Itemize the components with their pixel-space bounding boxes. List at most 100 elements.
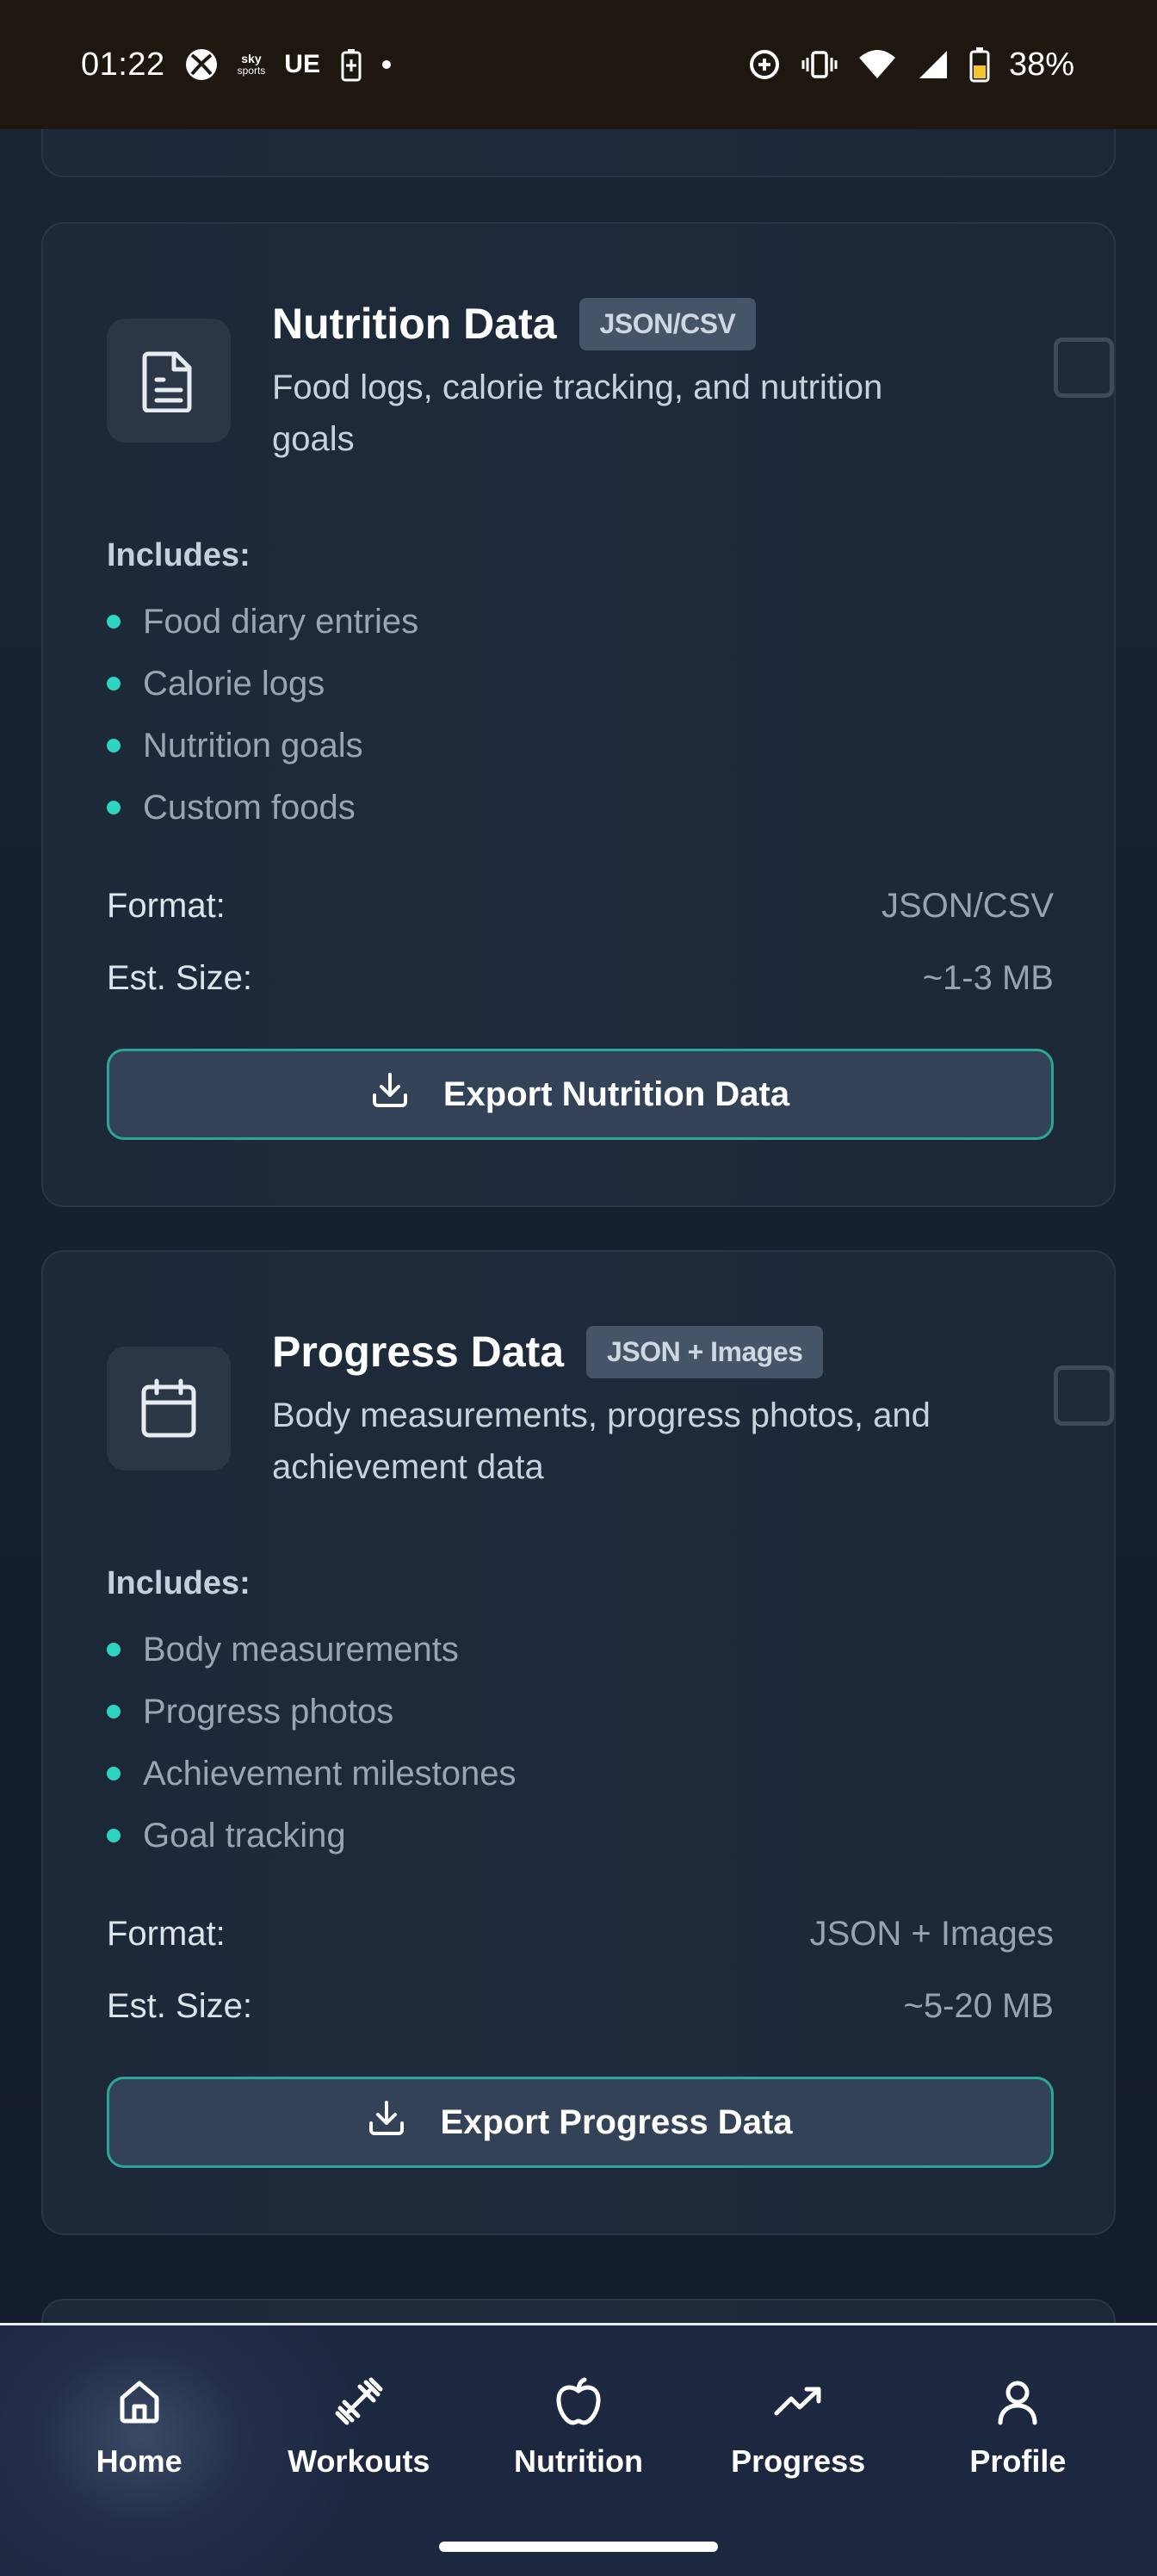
list-item: Nutrition goals: [107, 715, 418, 777]
status-right: 38%: [747, 46, 1074, 84]
ue-label: UE: [284, 50, 320, 78]
nav-label: Home: [96, 2443, 183, 2479]
list-item-label: Food diary entries: [143, 602, 419, 641]
export-content[interactable]: Nutrition Data JSON/CSV Food logs, calor…: [0, 129, 1157, 2323]
bullet-icon: [107, 615, 121, 629]
battery-saver-icon: [339, 47, 363, 82]
bullet-icon: [107, 801, 121, 814]
size-label: Est. Size:: [107, 1987, 252, 2025]
user-icon: [992, 2375, 1043, 2431]
card-title: Nutrition Data: [272, 300, 557, 348]
nav-label: Nutrition: [513, 2443, 643, 2479]
previous-card: [41, 129, 1116, 177]
bullet-icon: [107, 1705, 121, 1718]
calendar-icon: [107, 1347, 231, 1471]
nav-item-nutrition[interactable]: Nutrition: [484, 2375, 673, 2480]
list-item-label: Progress photos: [143, 1692, 394, 1731]
list-item: Achievement milestones: [107, 1743, 517, 1805]
list-item-label: Goal tracking: [143, 1816, 346, 1855]
bottom-nav: Home Workouts Nutrition Progress Profile: [0, 2323, 1157, 2576]
includes-list: Body measurements Progress photos Achiev…: [107, 1619, 517, 1867]
card-description: Body measurements, progress photos, and …: [272, 1396, 931, 1486]
bullet-icon: [107, 1767, 121, 1780]
size-value: ~5-20 MB: [903, 1987, 1054, 2025]
format-label: Format:: [107, 1915, 226, 1953]
export-card-nutrition: Nutrition Data JSON/CSV Food logs, calor…: [41, 222, 1116, 1207]
includes-label: Includes:: [107, 537, 251, 573]
home-indicator[interactable]: [439, 2542, 718, 2552]
nav-item-profile[interactable]: Profile: [923, 2375, 1112, 2480]
status-left: 01:22 sky sports UE: [81, 46, 391, 84]
dot-icon: [381, 60, 391, 69]
title-row: Nutrition Data JSON/CSV: [272, 293, 757, 355]
bullet-icon: [107, 1829, 121, 1842]
trending-up-icon: [772, 2375, 824, 2431]
nav-item-progress[interactable]: Progress: [703, 2375, 893, 2480]
export-button-label: Export Progress Data: [440, 2102, 793, 2141]
list-item: Calorie logs: [107, 653, 418, 715]
download-icon: [371, 1071, 409, 1118]
download-icon: [368, 2099, 405, 2146]
select-checkbox[interactable]: [1054, 1365, 1114, 1426]
card-title: Progress Data: [272, 1328, 565, 1376]
bullet-icon: [107, 677, 121, 690]
includes-list: Food diary entries Calorie logs Nutritio…: [107, 591, 418, 839]
card-header: Nutrition Data JSON/CSV Food logs, calor…: [107, 293, 1114, 465]
format-row: Format: JSON + Images: [107, 1915, 1054, 1954]
wifi-icon: [857, 47, 897, 82]
nav-item-home[interactable]: Home: [45, 2375, 234, 2480]
list-item: Body measurements: [107, 1619, 517, 1681]
export-progress-button[interactable]: Export Progress Data: [107, 2077, 1054, 2168]
export-button-label: Export Nutrition Data: [442, 1074, 790, 1113]
nav-label: Progress: [731, 2443, 866, 2479]
format-value: JSON + Images: [809, 1915, 1054, 1953]
title-row: Progress Data JSON + Images: [272, 1321, 824, 1383]
card-description: Food logs, calorie tracking, and nutriti…: [272, 368, 883, 458]
export-card-progress: Progress Data JSON + Images Body measure…: [41, 1250, 1116, 2235]
cell-signal-icon: [916, 47, 950, 82]
format-value: JSON/CSV: [881, 887, 1054, 925]
list-item: Food diary entries: [107, 591, 418, 653]
size-value: ~1-3 MB: [922, 959, 1054, 997]
next-card: [41, 2299, 1116, 2323]
status-bar: 01:22 sky sports UE 38%: [0, 0, 1157, 129]
document-icon: [107, 319, 231, 443]
size-label: Est. Size:: [107, 959, 252, 997]
includes-label: Includes:: [107, 1565, 251, 1601]
format-label: Format:: [107, 887, 226, 925]
nav-label: Profile: [969, 2443, 1067, 2479]
list-item: Progress photos: [107, 1681, 517, 1743]
sky-sports-icon: sky sports: [238, 53, 266, 77]
xbox-icon: [184, 47, 219, 82]
list-item-label: Nutrition goals: [143, 726, 363, 765]
list-item: Custom foods: [107, 777, 418, 839]
select-checkbox[interactable]: [1054, 337, 1114, 398]
list-item: Goal tracking: [107, 1805, 517, 1867]
export-nutrition-button[interactable]: Export Nutrition Data: [107, 1049, 1054, 1140]
battery-icon: [969, 46, 990, 83]
size-row: Est. Size: ~5-20 MB: [107, 1987, 1054, 2026]
nav-items: Home Workouts Nutrition Progress Profile: [0, 2375, 1157, 2480]
apple-icon: [553, 2375, 604, 2431]
nav-label: Workouts: [288, 2443, 430, 2479]
size-row: Est. Size: ~1-3 MB: [107, 959, 1054, 998]
bullet-icon: [107, 1643, 121, 1656]
format-row: Format: JSON/CSV: [107, 887, 1054, 926]
sky-label: sky: [241, 51, 262, 65]
list-item-label: Calorie logs: [143, 664, 325, 703]
status-time: 01:22: [81, 46, 165, 83]
dumbbell-icon: [333, 2375, 385, 2431]
nav-item-workouts[interactable]: Workouts: [264, 2375, 454, 2480]
format-badge: JSON + Images: [586, 1325, 824, 1378]
format-badge: JSON/CSV: [578, 297, 757, 350]
sports-label: sports: [237, 64, 266, 77]
data-saver-icon: [747, 47, 782, 82]
list-item-label: Body measurements: [143, 1630, 459, 1669]
list-item-label: Custom foods: [143, 788, 356, 827]
home-icon: [114, 2375, 165, 2431]
bullet-icon: [107, 739, 121, 752]
list-item-label: Achievement milestones: [143, 1754, 517, 1793]
battery-percent: 38%: [1008, 46, 1074, 83]
vibrate-icon: [801, 47, 838, 82]
card-header: Progress Data JSON + Images Body measure…: [107, 1321, 1114, 1493]
